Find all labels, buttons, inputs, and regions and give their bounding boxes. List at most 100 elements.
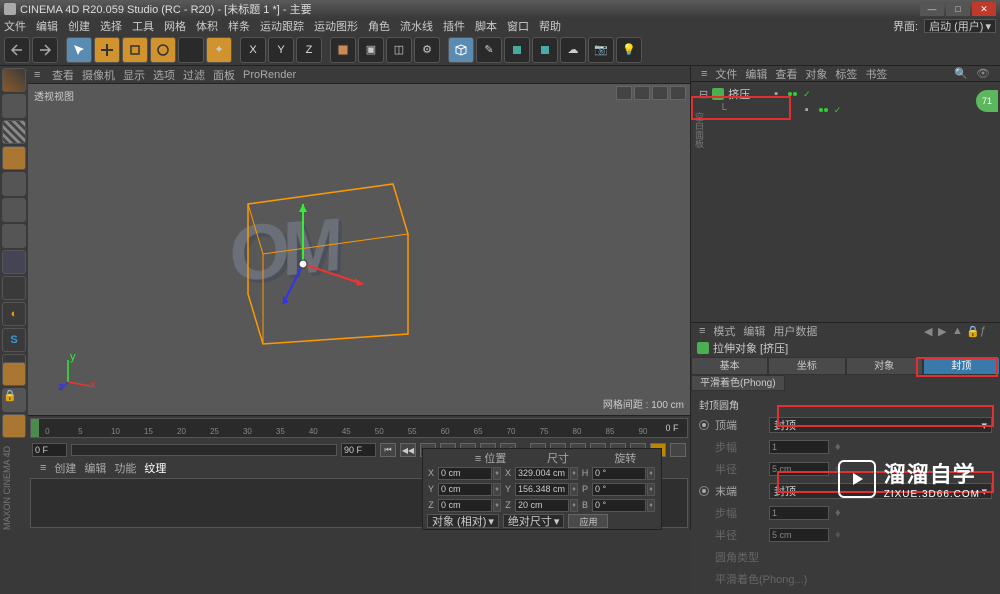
menu-motrack[interactable]: 运动跟踪	[260, 18, 304, 34]
axis-y[interactable]: Y	[268, 37, 294, 63]
tab-object[interactable]: 对象	[846, 357, 923, 375]
mat-texture[interactable]: 纹理	[144, 460, 166, 476]
menu-volume[interactable]: 体积	[196, 18, 218, 34]
render-settings[interactable]: ⚙	[414, 37, 440, 63]
menu-help[interactable]: 帮助	[539, 18, 561, 34]
end-steps[interactable]	[769, 506, 829, 520]
end-radius[interactable]	[769, 528, 829, 542]
radio-end[interactable]	[699, 486, 709, 496]
timeline-ruler[interactable]: 051015202530354045505560657075808590 0 F	[30, 418, 688, 438]
menu-select[interactable]: 选择	[100, 18, 122, 34]
lock-icon[interactable]: 🔒	[2, 388, 26, 412]
attr-fwd-icon[interactable]: ▶	[938, 325, 950, 337]
pos-y[interactable]	[438, 483, 492, 496]
vp-nav-icon[interactable]	[634, 86, 650, 100]
toggle-icon[interactable]	[2, 276, 26, 300]
attr-fn-icon[interactable]: ƒ	[980, 325, 992, 337]
menu-mograph[interactable]: 运动图形	[314, 18, 358, 34]
om-edit[interactable]: 编辑	[745, 66, 767, 82]
menu-tools[interactable]: 工具	[132, 18, 154, 34]
tab-basic[interactable]: 基本	[691, 357, 768, 375]
size-x[interactable]	[515, 467, 569, 480]
spline-pen[interactable]: ✎	[476, 37, 502, 63]
generator-icon[interactable]	[504, 37, 530, 63]
recent-tool[interactable]	[178, 37, 204, 63]
menu-spline[interactable]: 样条	[228, 18, 250, 34]
attr-mode[interactable]: 模式	[713, 323, 735, 339]
point-mode-icon[interactable]	[2, 172, 26, 196]
environment-icon[interactable]: ☁	[560, 37, 586, 63]
scale-tool[interactable]	[122, 37, 148, 63]
cross-tool[interactable]: ✦	[206, 37, 232, 63]
rotate-tool[interactable]	[150, 37, 176, 63]
tab-caps[interactable]: 封顶	[923, 357, 1000, 375]
goto-start-button[interactable]: ⏮	[380, 443, 396, 457]
render-view[interactable]: ▣	[358, 37, 384, 63]
apply-button[interactable]: 应用	[568, 514, 608, 528]
edge-mode-icon[interactable]	[2, 198, 26, 222]
light-icon[interactable]: 💡	[616, 37, 642, 63]
object-tree[interactable]: ⊟ 挤压 ▪ ✓ └ ▪ ✓ 空白面板	[691, 82, 1000, 322]
poly-mode-icon[interactable]	[2, 224, 26, 248]
camera-icon[interactable]: 📷	[588, 37, 614, 63]
om-object[interactable]: 对象	[805, 66, 827, 82]
attr-up-icon[interactable]: ▲	[952, 325, 964, 337]
vp-view[interactable]: 查看	[52, 67, 74, 83]
workplane-icon[interactable]	[2, 146, 26, 170]
menu-create[interactable]: 创建	[68, 18, 90, 34]
vp-filter[interactable]: 过滤	[183, 67, 205, 83]
vp-options[interactable]: 选项	[153, 67, 175, 83]
snap-icon[interactable]: S	[2, 328, 26, 352]
viewport[interactable]: 透视视图 OM	[28, 84, 690, 415]
start-steps[interactable]	[769, 440, 829, 454]
menu-char[interactable]: 角色	[368, 18, 390, 34]
rot-h[interactable]	[592, 467, 646, 480]
frame-end[interactable]	[341, 443, 376, 457]
menu-window[interactable]: 窗口	[507, 18, 529, 34]
minimize-button[interactable]: —	[920, 2, 944, 16]
grid-icon[interactable]	[2, 414, 26, 438]
vp-nav-icon[interactable]	[616, 86, 632, 100]
vp-nav-icon[interactable]	[670, 86, 686, 100]
menu-pipeline[interactable]: 流水线	[400, 18, 433, 34]
om-bookmarks[interactable]: 书签	[865, 66, 887, 82]
key-misc-icon[interactable]	[670, 443, 686, 457]
axis-z[interactable]: Z	[296, 37, 322, 63]
om-view[interactable]: 查看	[775, 66, 797, 82]
layout-select[interactable]: 启动 (用户)▾	[924, 19, 996, 33]
size-z[interactable]	[515, 499, 569, 512]
move-tool[interactable]	[94, 37, 120, 63]
pos-z[interactable]	[438, 499, 492, 512]
size-y[interactable]	[515, 483, 569, 496]
texture-mode-icon[interactable]	[2, 120, 26, 144]
vp-camera[interactable]: 摄像机	[82, 67, 115, 83]
radio-start[interactable]	[699, 420, 709, 430]
attr-userdata[interactable]: 用户数据	[773, 323, 817, 339]
vp-prorender[interactable]: ProRender	[243, 69, 296, 81]
menu-edit[interactable]: 编辑	[36, 18, 58, 34]
model-mode-icon[interactable]	[2, 94, 26, 118]
undo-button[interactable]	[4, 37, 30, 63]
rot-b[interactable]	[592, 499, 646, 512]
size-mode-select[interactable]: 绝对尺寸▾	[503, 514, 565, 528]
om-filter-icon[interactable]: 👁	[976, 67, 990, 80]
attr-edit[interactable]: 编辑	[743, 323, 765, 339]
start-cap-select[interactable]: 封顶▾	[769, 417, 992, 433]
start-radius[interactable]	[769, 462, 829, 476]
tree-item-extrude[interactable]: ⊟ 挤压 ▪ ✓	[695, 86, 996, 102]
attr-back-icon[interactable]: ◀	[924, 325, 936, 337]
render-region[interactable]: ◫	[386, 37, 412, 63]
tab-coord[interactable]: 坐标	[768, 357, 845, 375]
mat-edit[interactable]: 编辑	[84, 460, 106, 476]
primitive-cube[interactable]	[448, 37, 474, 63]
coord-world[interactable]	[330, 37, 356, 63]
tab-phong[interactable]: 平滑着色(Phong)	[691, 375, 785, 391]
notification-badge[interactable]: 71	[976, 90, 998, 112]
range-slider[interactable]	[71, 444, 337, 456]
menu-file[interactable]: 文件	[4, 18, 26, 34]
redo-button[interactable]	[32, 37, 58, 63]
om-search-icon[interactable]: 🔍	[954, 67, 968, 80]
frame-start[interactable]	[32, 443, 67, 457]
close-button[interactable]: ✕	[972, 2, 996, 16]
select-tool[interactable]	[66, 37, 92, 63]
